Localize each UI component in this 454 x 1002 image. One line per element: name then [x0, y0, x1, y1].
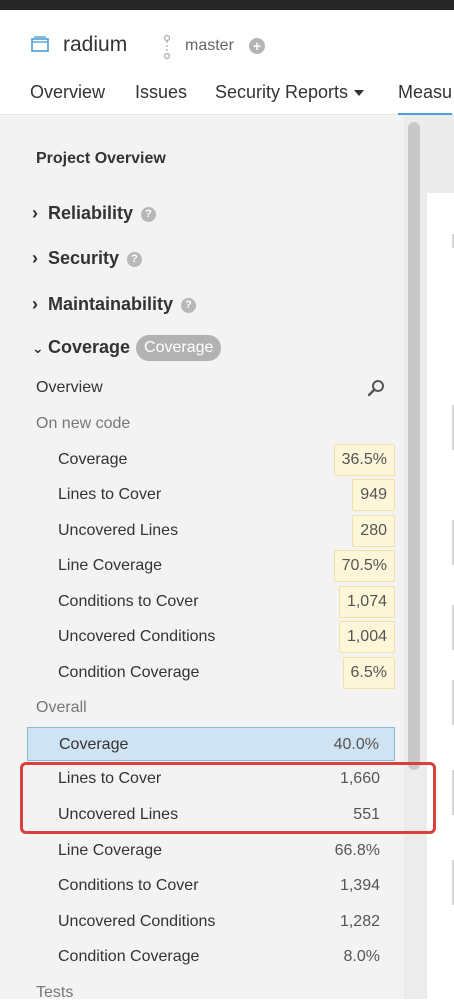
- metric-label: Uncovered Lines: [58, 522, 179, 539]
- chevron-right-icon: ›: [32, 203, 38, 223]
- caret-down-icon: [354, 90, 365, 97]
- metric-value: 1,282: [339, 913, 380, 930]
- domain-reliability[interactable]: › Reliability?: [32, 203, 157, 224]
- branch-name[interactable]: master: [185, 37, 234, 55]
- domain-label: Security: [48, 248, 120, 268]
- metric-label: Line Coverage: [58, 557, 163, 574]
- metric-row[interactable]: Uncovered Conditions 1,004: [27, 620, 395, 654]
- metric-label: Conditions to Cover: [58, 877, 199, 894]
- help-icon[interactable]: ?: [141, 206, 157, 222]
- top-bar: [0, 0, 454, 10]
- domain-coverage[interactable]: ⌄ Coverage Coverage: [32, 335, 222, 361]
- metric-label: Lines to Cover: [58, 486, 162, 503]
- metric-value: 70.5%: [333, 550, 395, 582]
- tab-issues[interactable]: Issues: [135, 82, 187, 103]
- annotation-highlight-box: [20, 762, 436, 834]
- metric-row[interactable]: Condition Coverage 6.5%: [27, 656, 395, 690]
- metric-row[interactable]: Uncovered Conditions 1,282: [27, 905, 395, 939]
- metric-value: 40.0%: [333, 736, 379, 753]
- metric-value: 66.8%: [334, 842, 380, 859]
- tab-measures[interactable]: Measu: [398, 82, 453, 116]
- metric-row[interactable]: Conditions to Cover 1,074: [27, 585, 395, 619]
- metric-value: 280: [352, 515, 395, 547]
- content-card: [427, 193, 454, 999]
- project-icon: [31, 36, 49, 52]
- chevron-right-icon: ›: [32, 294, 38, 314]
- scrollbar-thumb[interactable]: [408, 122, 420, 770]
- domain-label: Maintainability: [48, 294, 174, 314]
- project-nav: Overview Issues Security Reports Measu: [0, 82, 454, 118]
- domain-label: Reliability: [48, 203, 134, 223]
- help-icon[interactable]: ?: [181, 297, 197, 313]
- metric-value: 949: [352, 479, 395, 511]
- tab-security-reports-label: Security Reports: [215, 82, 349, 102]
- group-tests: Tests: [36, 984, 74, 1001]
- metric-row[interactable]: Line Coverage 70.5%: [27, 549, 395, 583]
- domain-security[interactable]: › Security?: [32, 248, 143, 269]
- help-icon[interactable]: ?: [127, 251, 143, 267]
- domain-label: Coverage: [48, 336, 131, 357]
- metric-label: Conditions to Cover: [58, 593, 199, 610]
- plus-circle-icon[interactable]: +: [249, 38, 265, 54]
- sidebar-title: Project Overview: [36, 150, 166, 167]
- branch-icon: [163, 34, 171, 60]
- coverage-badge: Coverage: [136, 335, 222, 361]
- metric-row[interactable]: Line Coverage 66.8%: [27, 834, 395, 868]
- metric-label: Uncovered Conditions: [58, 913, 216, 930]
- metric-value: 1,394: [339, 877, 380, 894]
- metric-value: 1,004: [338, 621, 395, 653]
- metric-row[interactable]: Lines to Cover 949: [27, 478, 395, 512]
- metric-value: 6.5%: [342, 657, 395, 689]
- search-icon[interactable]: [366, 378, 386, 398]
- metric-value: 1,074: [338, 586, 395, 618]
- group-new-code: On new code: [36, 415, 131, 432]
- metric-label: Condition Coverage: [58, 664, 200, 681]
- coverage-overview-link[interactable]: Overview: [36, 379, 103, 397]
- metric-label: Condition Coverage: [58, 948, 200, 965]
- chevron-down-icon: ⌄: [32, 339, 44, 356]
- project-header: radium master + Overview Issues Security…: [0, 10, 454, 118]
- domain-maintainability[interactable]: › Maintainability?: [32, 294, 197, 315]
- metric-label: Line Coverage: [58, 842, 163, 859]
- tab-overview[interactable]: Overview: [30, 82, 105, 103]
- group-overall: Overall: [36, 699, 87, 716]
- metric-label: Coverage: [58, 451, 128, 468]
- metric-value: 36.5%: [333, 444, 395, 476]
- metric-row[interactable]: Coverage 36.5%: [27, 443, 395, 477]
- metric-row[interactable]: Uncovered Lines 280: [27, 514, 395, 548]
- metric-row[interactable]: Conditions to Cover 1,394: [27, 869, 395, 903]
- metric-row[interactable]: Condition Coverage 8.0%: [27, 940, 395, 974]
- metric-label: Uncovered Conditions: [58, 628, 216, 645]
- metric-value: 8.0%: [343, 948, 380, 965]
- project-name[interactable]: radium: [63, 33, 127, 57]
- metric-label: Coverage: [59, 736, 129, 753]
- tab-security-reports[interactable]: Security Reports: [215, 82, 365, 103]
- metric-row-selected[interactable]: Coverage 40.0%: [27, 727, 395, 761]
- chevron-right-icon: ›: [32, 248, 38, 268]
